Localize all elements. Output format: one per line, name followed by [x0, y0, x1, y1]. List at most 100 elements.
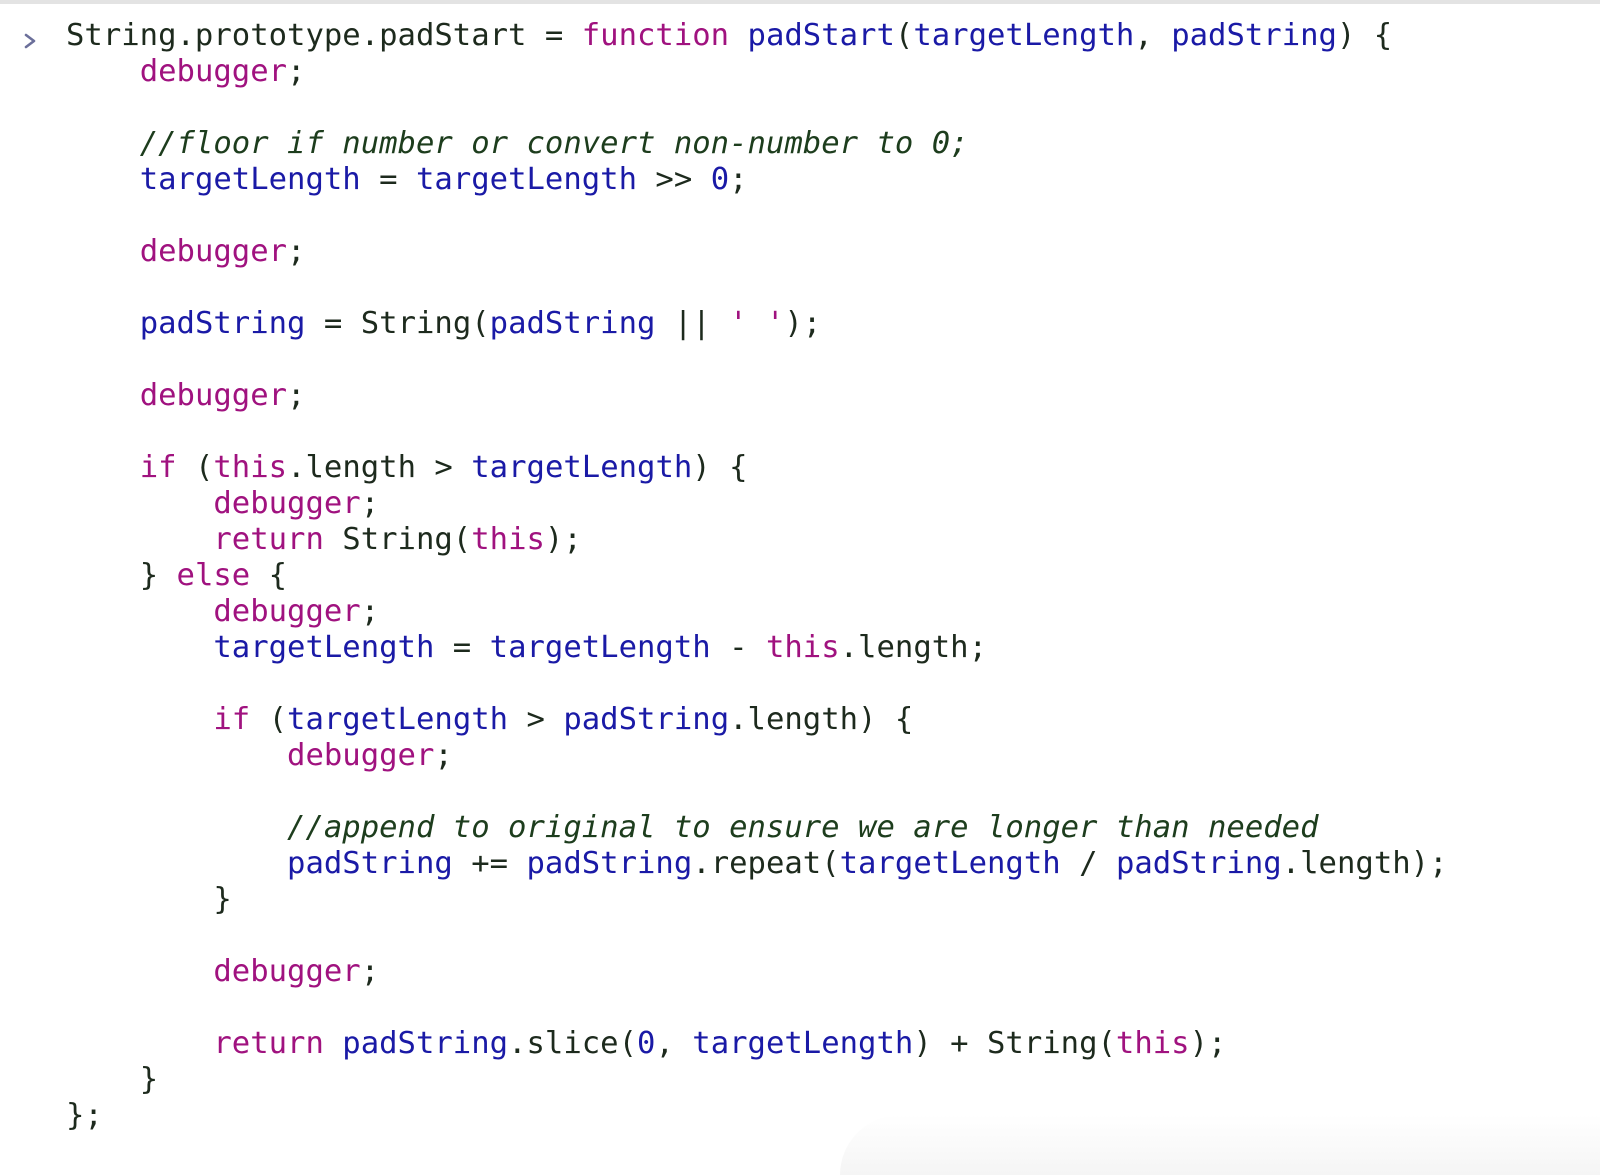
code-token: } — [139, 558, 177, 593]
overlay-shadow — [840, 1115, 1600, 1175]
code-token: targetLength — [415, 162, 638, 197]
code-token: / — [1060, 846, 1116, 881]
code-token: ; — [287, 234, 306, 269]
code-token: targetLength — [489, 630, 711, 665]
code-token: targetLength — [471, 450, 693, 485]
code-line: padString += padString.repeat(targetLeng… — [66, 846, 1448, 882]
code-token: ; — [360, 594, 380, 629]
code-token: this — [765, 630, 840, 665]
code-token: .length) { — [729, 702, 914, 737]
code-token: debugger — [287, 738, 435, 773]
code-token: padString — [563, 702, 730, 737]
code-token: >> — [637, 162, 711, 197]
code-line: } — [66, 882, 1448, 918]
code-token: , — [655, 1026, 693, 1061]
code-token: .length); — [1281, 846, 1448, 881]
code-token: this — [1115, 1026, 1190, 1061]
code-token: ; — [287, 54, 306, 89]
code-token: = String( — [305, 306, 490, 341]
code-token: 0 — [637, 1026, 656, 1061]
chevron-right-icon — [22, 26, 40, 56]
code-token: } — [139, 1062, 159, 1097]
code-token: ; — [434, 738, 453, 773]
console-top-divider — [0, 0, 1600, 4]
code-token: String.prototype. — [66, 18, 380, 53]
code-token: ; — [360, 954, 380, 989]
code-token: 0 — [710, 162, 730, 197]
code-token: padString — [1115, 846, 1282, 881]
code-block[interactable]: String.prototype.padStart = function pad… — [66, 18, 1448, 1134]
code-token: { — [250, 558, 288, 593]
code-token: targetLength — [139, 162, 361, 197]
code-token: ( — [250, 702, 288, 737]
code-token: padString — [489, 306, 656, 341]
code-line: //append to original to ensure we are lo… — [66, 810, 1448, 846]
code-line: debugger; — [66, 54, 1448, 90]
code-token: padStart — [747, 18, 895, 53]
code-token: = — [434, 630, 490, 665]
code-token: || — [655, 306, 730, 341]
code-token: .repeat( — [692, 846, 840, 881]
code-token: ( — [176, 450, 214, 485]
code-line: } else { — [66, 558, 1448, 594]
code-token: return — [213, 1026, 324, 1061]
code-token: .slice( — [508, 1026, 638, 1061]
code-token: , — [1134, 18, 1172, 53]
code-token: padString — [526, 846, 693, 881]
code-token: ; — [287, 378, 306, 413]
code-token: targetLength — [839, 846, 1061, 881]
code-line: debugger; — [66, 234, 1448, 270]
code-token: padString — [342, 1026, 509, 1061]
code-token: if — [213, 702, 251, 737]
code-token: ); — [1189, 1026, 1227, 1061]
code-token: ) { — [1336, 18, 1393, 53]
code-token: ( — [894, 18, 914, 53]
code-token: += — [452, 846, 527, 881]
code-line: padString = String(padString || ' '); — [66, 306, 1448, 342]
code-line: targetLength = targetLength - this.lengt… — [66, 630, 1448, 666]
code-token: targetLength — [913, 18, 1135, 53]
code-token: padStart — [379, 18, 527, 53]
code-token: targetLength — [287, 702, 509, 737]
code-token: debugger — [213, 594, 361, 629]
code-token: function — [581, 18, 730, 53]
code-line: } — [66, 1062, 1448, 1098]
code-token: debugger — [139, 54, 288, 89]
code-token: if — [139, 450, 177, 485]
code-token: > — [508, 702, 564, 737]
code-token: ; — [360, 486, 380, 521]
code-token: ); — [784, 306, 822, 341]
code-token: debugger — [139, 378, 288, 413]
code-token: this — [471, 522, 545, 557]
code-line: debugger; — [66, 738, 1448, 774]
code-line: String.prototype.padStart = function pad… — [66, 18, 1448, 54]
code-token: ) { — [692, 450, 748, 485]
